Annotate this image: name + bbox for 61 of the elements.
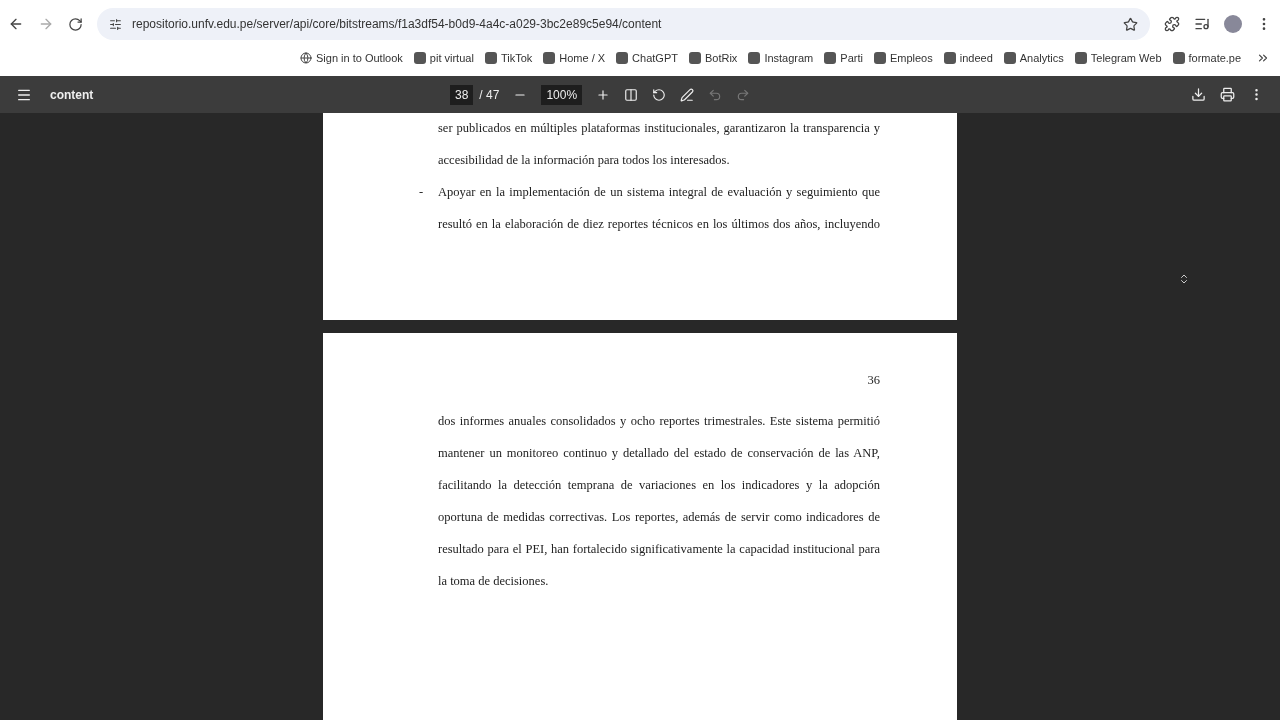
bookmark[interactable]: Sign in to Outlook [300, 52, 403, 64]
site-icon [543, 52, 556, 64]
site-icon [688, 52, 701, 64]
site-icon [616, 52, 629, 64]
site-icon [1003, 52, 1016, 64]
fit-page-icon[interactable] [624, 87, 639, 102]
download-icon[interactable] [1191, 87, 1206, 102]
cursor-icon [1178, 273, 1190, 285]
site-icon [824, 52, 837, 64]
bookmark[interactable]: ChatGPT [616, 52, 678, 64]
paragraph-line: la toma de decisiones. [438, 573, 549, 590]
paragraph-line: mantener un monitoreo continuo y detallado del estado de conservación de las ANP, [438, 445, 880, 462]
bookmark[interactable]: Empleos [873, 52, 933, 64]
paragraph-line: accesibilidad de la información para todos los interesados. [438, 152, 730, 169]
paragraph-line: facilitando la detección temprana de variaciones en los indicadores y la adopción [438, 477, 880, 494]
site-icon [748, 52, 761, 64]
paragraph-line: resultado para el PEI, han fortalecido significativamente la capacidad institucional para [438, 541, 880, 558]
globe-icon [300, 52, 312, 64]
paragraph-line: oportuna de medidas correctivas. Los reportes, además de servir como indicadores de [438, 509, 880, 526]
page-number-field[interactable]: 38 [450, 84, 474, 105]
back-icon[interactable] [8, 16, 24, 32]
avatar-icon[interactable] [1224, 15, 1242, 33]
draw-icon[interactable] [680, 87, 695, 102]
reload-icon[interactable] [68, 16, 83, 32]
paragraph-line: Apoyar en la implementación de un sistema integral de evaluación y seguimiento que [438, 184, 880, 201]
page-number: 36 [866, 373, 880, 388]
redo-icon[interactable] [736, 87, 751, 102]
url-text: repositorio.unfv.edu.pe/server/api/core/bitstreams/f1a3df54-b0d9-4a4c-a029-3bc2e89c5e94/content [132, 17, 662, 31]
rotate-icon[interactable] [652, 87, 667, 102]
document-title: content [50, 87, 95, 102]
paragraph-line: dos informes anuales consolidados y ocho reportes trimestrales. Este sistema permitió [438, 413, 880, 430]
bookmark[interactable]: Instagram [748, 52, 814, 64]
bookmark[interactable]: TikTok [484, 52, 533, 64]
bookmark[interactable]: indeed [943, 52, 993, 64]
site-icon [1074, 52, 1087, 64]
bookmark[interactable]: pit virtual [413, 52, 474, 64]
bookmark[interactable]: Telegram Web [1074, 52, 1162, 64]
bookmark[interactable]: Analytics [1003, 52, 1064, 64]
site-icon [413, 52, 426, 64]
paragraph-line: resultó en la elaboración de diez reportes técnicos en los últimos dos años, incluyendo [438, 216, 880, 233]
zoom-field[interactable]: 100% [541, 84, 583, 105]
more-bookmarks-icon[interactable] [1256, 51, 1270, 65]
undo-icon[interactable] [708, 87, 723, 102]
media-icon[interactable] [1194, 16, 1210, 32]
bookmark[interactable]: Parti [824, 52, 863, 64]
site-settings-icon [109, 17, 122, 31]
print-icon[interactable] [1220, 87, 1235, 102]
site-icon [484, 52, 497, 64]
site-icon [943, 52, 956, 64]
paragraph-line: ser publicados en múltiples plataformas institucionales, garantizaron la transparencia y [438, 120, 880, 137]
site-icon [873, 52, 886, 64]
page-total: / 47 [479, 87, 500, 102]
address-bar[interactable]: repositorio.unfv.edu.pe/server/api/core/bitstreams/f1a3df54-b0d9-4a4c-a029-3bc2e89c5e94/content [97, 8, 1150, 40]
extensions-icon[interactable] [1164, 16, 1180, 32]
bookmark[interactable]: BotRix [688, 52, 738, 64]
bookmark[interactable]: Home / X [543, 52, 606, 64]
pdf-page: ser publicados en múltiples plataformas institucionales, garantizaron la transparencia y accesibilidad de la información para todos los interesados. - Apoyar en la implementación de un sistema integral de evaluación y seguimiento que resultó en la elaboración de diez reportes técnicos en los últimos dos años, incluyendo [323, 113, 957, 320]
bookmark[interactable]: formate.pe [1172, 52, 1242, 64]
site-icon [1172, 52, 1185, 64]
bookmark-star-icon[interactable] [1123, 16, 1138, 32]
zoom-in-icon[interactable] [596, 87, 611, 102]
